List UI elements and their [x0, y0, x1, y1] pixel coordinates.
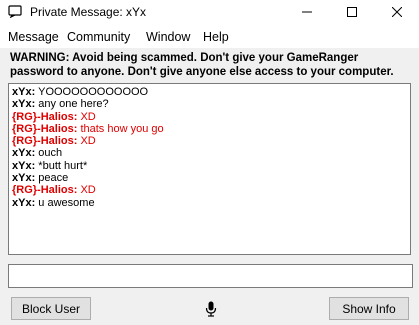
chat-message-sender: xYx:: [12, 98, 36, 111]
menu-message[interactable]: Message: [8, 30, 59, 44]
menu-window[interactable]: Window: [146, 30, 190, 44]
chat-message-sender: xYx:: [12, 86, 36, 98]
chat-message-text: XD: [77, 184, 96, 197]
chat-message-sender: {RG}-Halios:: [12, 184, 78, 197]
chat-message-text: XD: [77, 110, 96, 123]
chat-message: {RG}-Halios: XD: [12, 184, 410, 196]
minimize-button[interactable]: [290, 0, 324, 24]
maximize-icon: [347, 7, 357, 17]
menu-help[interactable]: Help: [203, 30, 229, 44]
chat-message-sender: {RG}-Halios:: [12, 135, 78, 148]
chat-message: xYx: peace: [12, 172, 410, 184]
chat-message: xYx: *butt hurt*: [12, 160, 410, 172]
window-title: Private Message: xYx: [30, 5, 147, 19]
chat-message-sender: xYx:: [12, 196, 36, 209]
block-user-button[interactable]: Block User: [11, 297, 91, 320]
chat-message: {RG}-Halios: thats how you go: [12, 123, 410, 135]
chat-log[interactable]: xYx: YOOOOOOOOOOOO xYx: any one here? {RG}…: [8, 83, 411, 255]
chat-message-text: thats how you go: [77, 122, 164, 135]
show-info-button[interactable]: Show Info: [329, 297, 409, 320]
chat-message-text: ouch: [35, 147, 63, 160]
message-input[interactable]: [8, 264, 413, 288]
close-icon: [392, 7, 402, 17]
chat-message: xYx: any one here?: [12, 98, 410, 110]
close-button[interactable]: [380, 0, 414, 24]
microphone-icon[interactable]: [205, 301, 217, 317]
menu-bar: Message Community Window Help: [0, 28, 419, 48]
chat-message-text: peace: [35, 172, 69, 185]
chat-message-sender: xYx:: [12, 147, 36, 160]
maximize-button[interactable]: [335, 0, 369, 24]
chat-message-sender: {RG}-Halios:: [12, 110, 78, 123]
chat-message-text: XD: [77, 135, 96, 148]
chat-message-text: *butt hurt*: [35, 159, 88, 172]
chat-message: xYx: u awesome: [12, 197, 410, 209]
chat-message-text: YOOOOOOOOOOOO: [35, 86, 149, 98]
scam-warning: WARNING: Avoid being scammed. Don't give…: [10, 52, 394, 78]
chat-message: xYx: ouch: [12, 147, 410, 159]
chat-message-sender: {RG}-Halios:: [12, 122, 78, 135]
menu-community[interactable]: Community: [67, 30, 130, 44]
chat-message-sender: xYx:: [12, 159, 36, 172]
chat-message: xYx: YOOOOOOOOOOOO: [12, 86, 410, 98]
chat-message: {RG}-Halios: XD: [12, 111, 410, 123]
chat-message-text: any one here?: [35, 98, 109, 111]
chat-message: {RG}-Halios: XD: [12, 135, 410, 147]
chat-message-sender: xYx:: [12, 172, 36, 185]
chat-message-text: u awesome: [35, 196, 95, 209]
minimize-icon: [302, 11, 312, 13]
gameranger-icon: [8, 5, 22, 18]
title-bar: Private Message: xYx: [0, 0, 419, 26]
